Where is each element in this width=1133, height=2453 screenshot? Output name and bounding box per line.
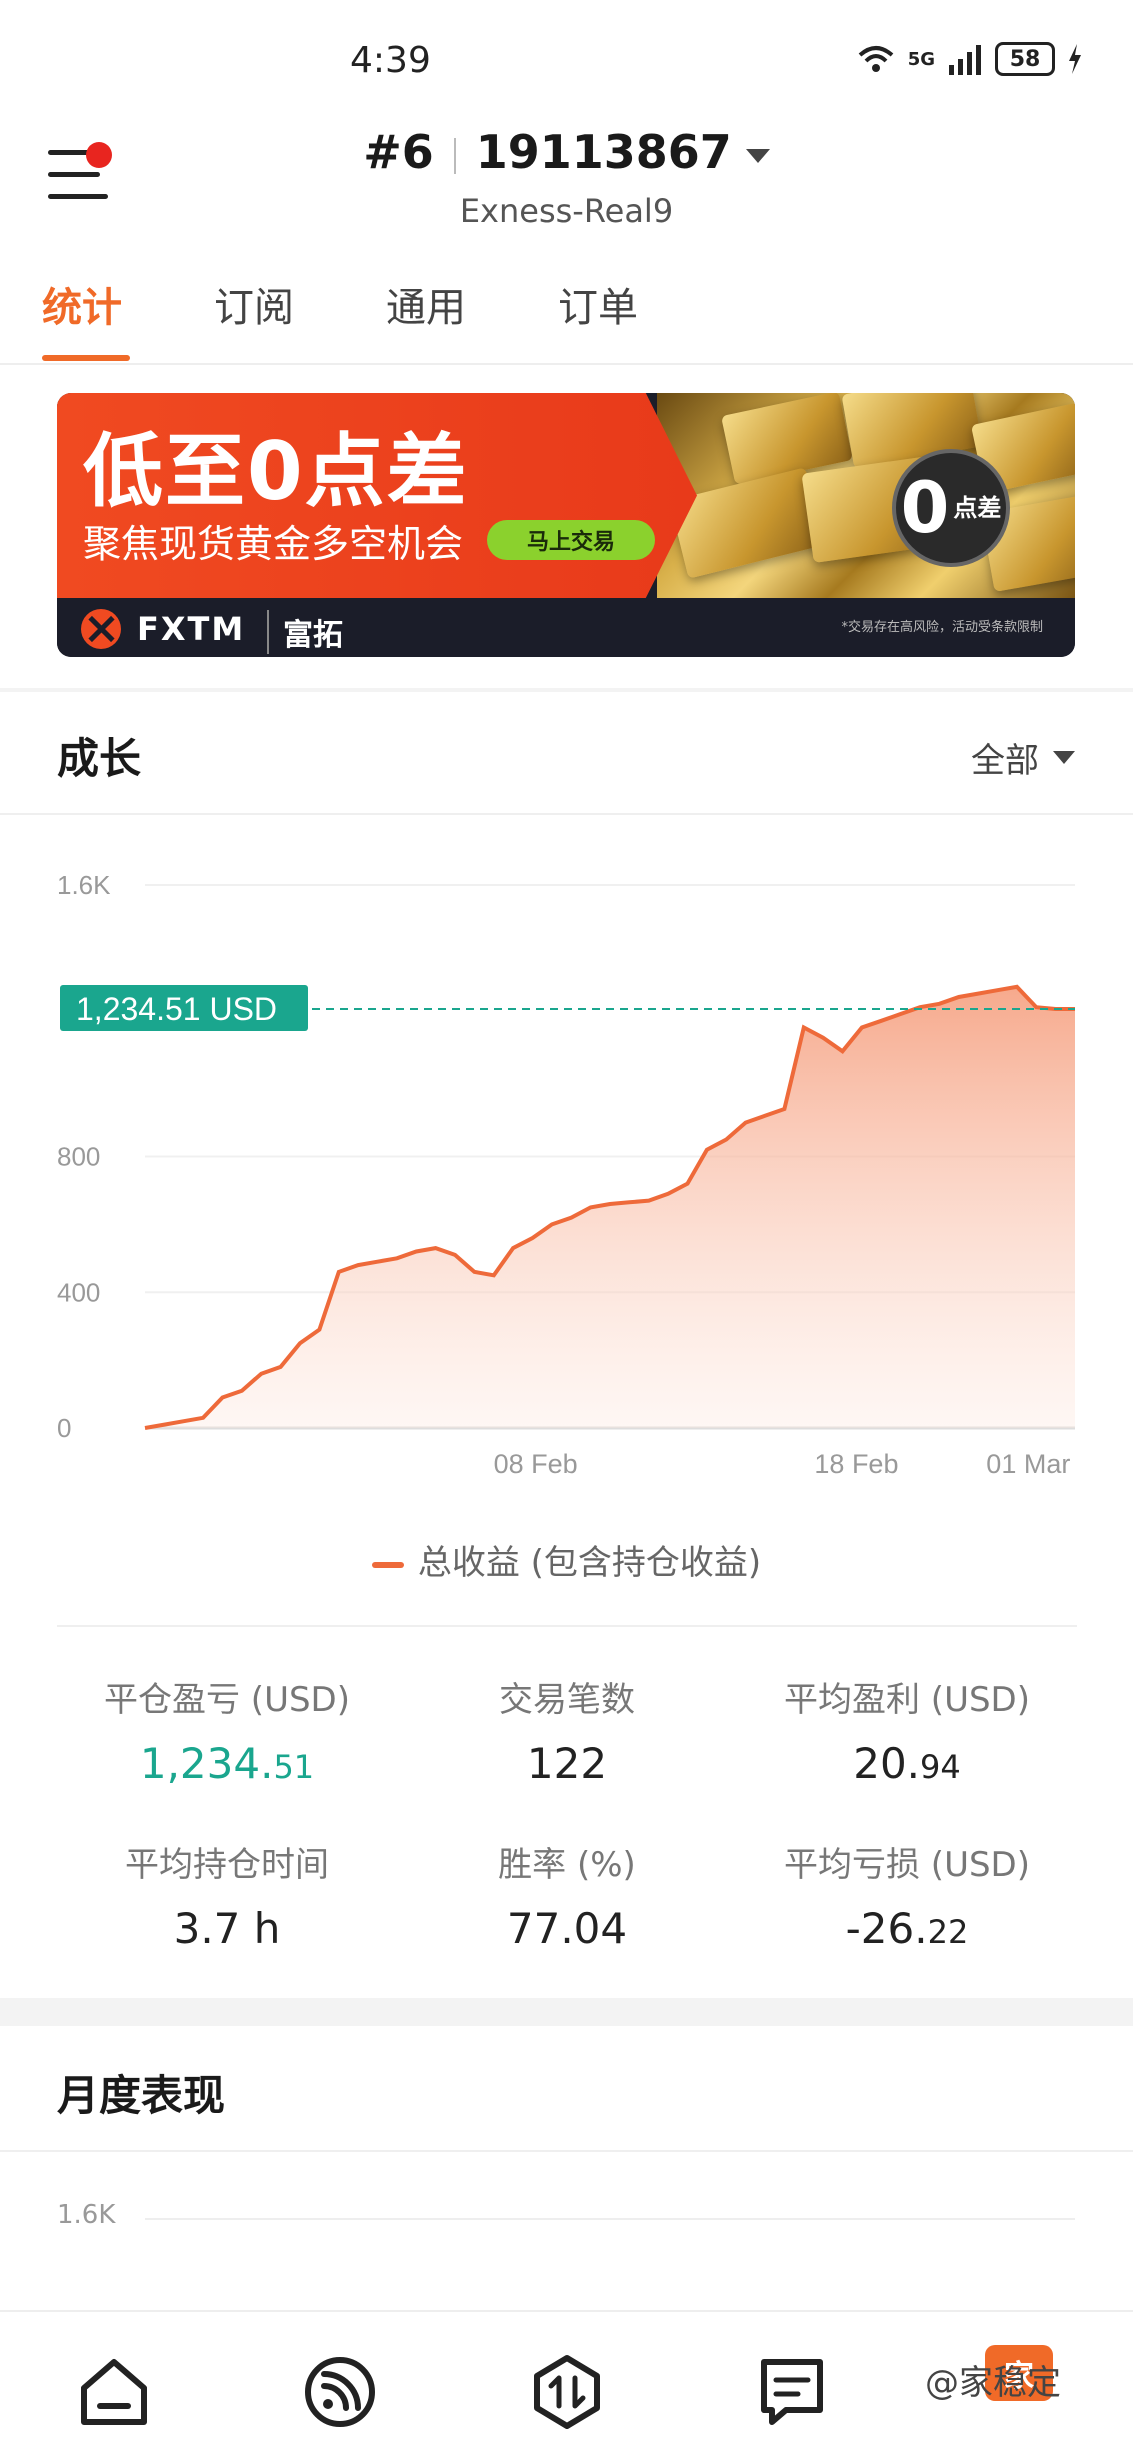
growth-title: 成长 (57, 734, 142, 783)
legend-swatch (371, 1561, 404, 1568)
status-time: 4:39 (350, 40, 431, 81)
stat-avg-loss: 平均亏损 (USD) -26.22 (737, 1837, 1077, 1953)
stat-avg-profit: 平均盈利 (USD) 20.94 (737, 1672, 1077, 1788)
promo-banner[interactable]: 低至0点差 聚焦现货黄金多空机会 马上交易 0 点差 FXTM 富拓 *交易存在… (57, 393, 1075, 657)
monthly-divider (0, 2150, 1133, 2152)
x-tick-label: 01 Mar (986, 1449, 1070, 1479)
y-tick-label: 1.6K (57, 870, 111, 900)
monthly-gridline (145, 2218, 1075, 2220)
banner-disclaimer: *交易存在高风险，活动受条款限制 (841, 620, 1043, 635)
badge-small-text: 点差 (953, 494, 1002, 522)
banner-title: 低至0点差 (83, 425, 469, 518)
charging-icon (1069, 44, 1081, 74)
stat-label: 平均持仓时间 (125, 1845, 329, 1885)
y-tick-label: 800 (57, 1142, 100, 1172)
x-tick-label: 08 Feb (494, 1449, 578, 1479)
x-tick-label: 18 Feb (814, 1449, 898, 1479)
stat-win-rate: 胜率 (%) 77.04 (397, 1837, 737, 1953)
y-tick-label: 0 (57, 1413, 71, 1443)
brand-name: FXTM (137, 610, 246, 648)
tab-active-indicator (42, 355, 130, 361)
stat-label: 平均亏损 (USD) (784, 1845, 1030, 1885)
status-icons: 5G 58 (856, 42, 1083, 76)
battery-indicator: 58 (995, 42, 1055, 76)
home-icon[interactable] (74, 2352, 154, 2432)
zero-spread-badge: 0 点差 (892, 449, 1010, 567)
chevron-down-icon (745, 148, 770, 163)
account-selector[interactable]: #6 19113867 (0, 125, 1133, 179)
section-divider (0, 688, 1133, 692)
banner-footer: FXTM 富拓 *交易存在高风险，活动受条款限制 (57, 598, 1075, 657)
legend-label: 总收益 (包含持仓收益) (417, 1543, 762, 1583)
growth-divider (0, 813, 1133, 815)
current-value-text: 1,234.51 USD (76, 991, 277, 1027)
growth-chart-svg: 1,234.51 USD 0 400 800 1.6K 08 Feb 18 Feb 01 M… (57, 870, 1075, 1479)
status-bar: 4:39 5G 58 (0, 0, 1133, 110)
stat-value: 20.94 (853, 1739, 961, 1788)
tab-bar: 统计 订阅 通用 订单 (0, 265, 1133, 365)
chart-legend: 总收益 (包含持仓收益) (0, 1535, 1133, 1584)
wifi-icon (858, 46, 894, 72)
range-dropdown[interactable]: 全部 (971, 733, 1075, 782)
stat-label: 交易笔数 (499, 1680, 635, 1720)
growth-chart[interactable]: 1,234.51 USD 0 400 800 1.6K 08 Feb 18 Feb 01 M… (0, 830, 1133, 1510)
tab-general[interactable]: 通用 (386, 275, 466, 333)
stat-trades: 交易笔数 122 (397, 1672, 737, 1788)
orders-icon[interactable] (752, 2352, 832, 2432)
stats-grid: 平仓盈亏 (USD) 1,234.51 交易笔数 122 平均盈利 (USD) … (57, 1625, 1077, 1970)
stat-value: 1,234.51 (139, 1739, 315, 1788)
stat-avg-hold: 平均持仓时间 3.7 h (57, 1837, 397, 1953)
range-value: 全部 (971, 741, 1039, 781)
section-divider (0, 1998, 1133, 2026)
tab-stats[interactable]: 统计 (42, 275, 122, 333)
stat-closed-pl: 平仓盈亏 (USD) 1,234.51 (57, 1672, 397, 1788)
account-id: 19113867 (475, 125, 732, 179)
account-number: #6 (363, 125, 434, 179)
banner-subtitle: 聚焦现货黄金多空机会 (83, 522, 464, 566)
feed-icon[interactable] (300, 2352, 380, 2432)
fxtm-logo-icon (81, 609, 121, 649)
stat-value: 77.04 (506, 1904, 628, 1953)
tab-subscribe[interactable]: 订阅 (214, 275, 294, 333)
stat-label: 平均盈利 (USD) (784, 1680, 1030, 1720)
account-server: Exness-Real9 (459, 192, 674, 230)
y-tick-label: 400 (57, 1277, 100, 1307)
monthly-ytick: 1.6K (57, 2200, 116, 2230)
watermark: @家稳定 (925, 2363, 1061, 2403)
monthly-title: 月度表现 (57, 2071, 226, 2120)
signal-icon (949, 45, 981, 75)
trade-icon[interactable] (527, 2352, 607, 2432)
stat-value: -26.22 (845, 1904, 969, 1953)
trade-now-button[interactable]: 马上交易 (487, 520, 655, 560)
account-separator (453, 137, 456, 174)
tab-orders[interactable]: 订单 (558, 275, 638, 333)
gold-bars-image (657, 393, 1075, 598)
stat-value: 3.7 h (173, 1904, 281, 1953)
stat-label: 平仓盈亏 (USD) (104, 1680, 350, 1720)
network-label: 5G (907, 48, 935, 70)
stat-label: 胜率 (%) (498, 1845, 636, 1885)
brand-name-cn: 富拓 (267, 610, 343, 654)
chevron-down-icon (1053, 751, 1075, 764)
stat-value: 122 (526, 1739, 608, 1788)
